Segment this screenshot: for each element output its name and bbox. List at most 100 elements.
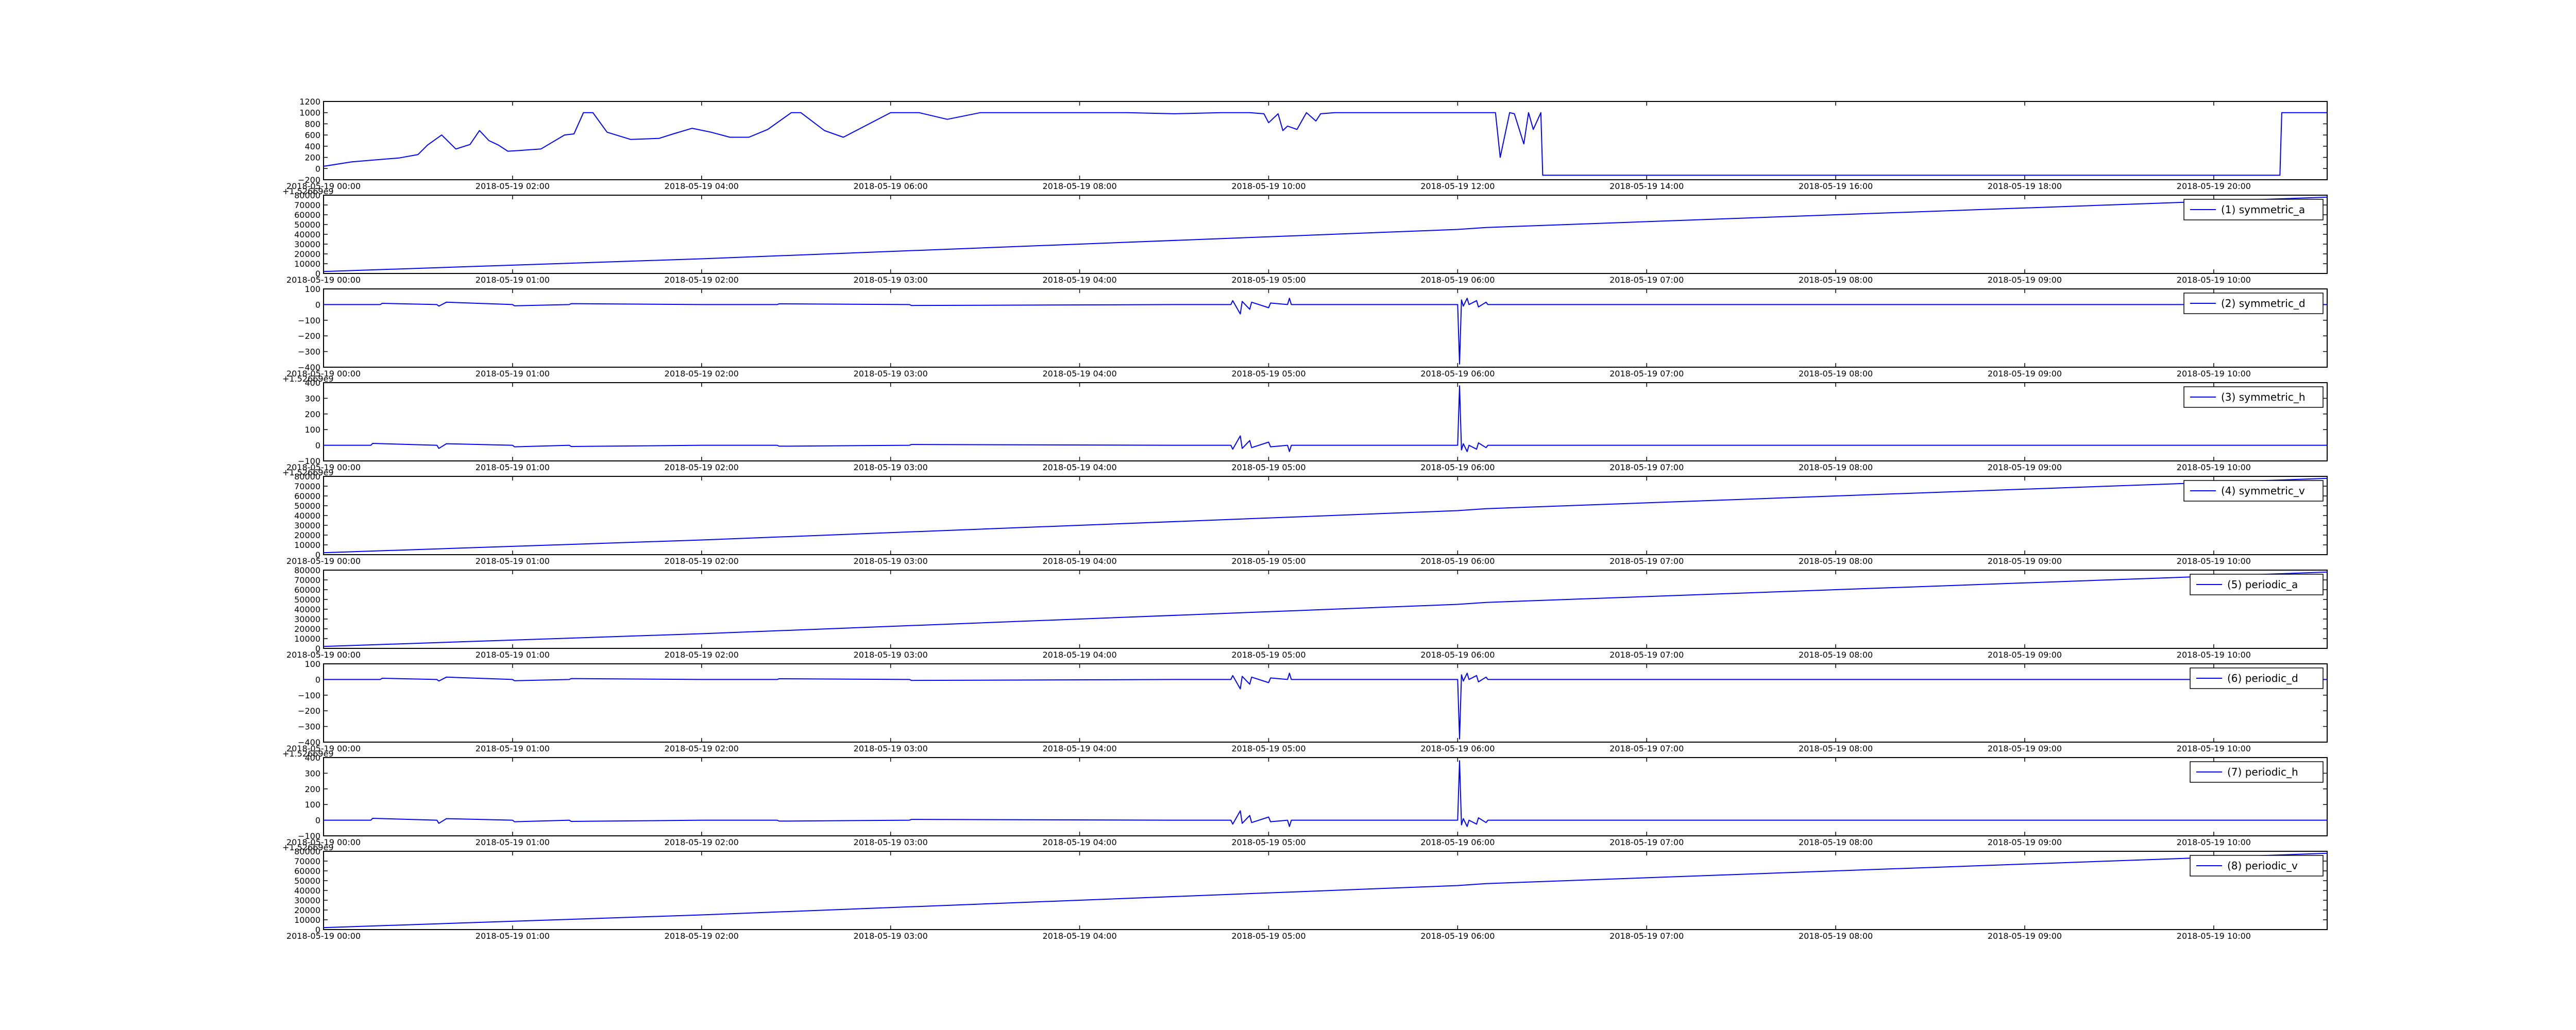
y-tick-label: 60000 bbox=[294, 585, 320, 595]
x-tick-label: 2018-05-19 04:00 bbox=[1042, 837, 1116, 847]
y-tick-label: 300 bbox=[304, 768, 320, 778]
x-tick-label: 2018-05-19 02:00 bbox=[476, 181, 550, 191]
x-tick-label: 2018-05-19 05:00 bbox=[1231, 462, 1306, 472]
x-tick-label: 2018-05-19 01:00 bbox=[476, 556, 550, 566]
x-tick-label: 2018-05-19 02:00 bbox=[665, 369, 739, 379]
x-tick-label: 2018-05-19 00:00 bbox=[286, 275, 361, 285]
x-tick-label: 2018-05-19 10:00 bbox=[1231, 181, 1306, 191]
y-tick-label: 100 bbox=[304, 284, 320, 294]
x-tick-label: 2018-05-19 01:00 bbox=[476, 744, 550, 753]
x-tick-label: 2018-05-19 08:00 bbox=[1799, 369, 1873, 379]
x-tick-label: 2018-05-19 06:00 bbox=[1420, 275, 1495, 285]
x-tick-label: 2018-05-19 00:00 bbox=[286, 556, 361, 566]
x-tick-label: 2018-05-19 05:00 bbox=[1231, 275, 1306, 285]
figure-background bbox=[0, 0, 2576, 1030]
x-tick-label: 2018-05-19 18:00 bbox=[1988, 181, 2062, 191]
y-tick-label: −100 bbox=[298, 691, 320, 700]
y-tick-label: 200 bbox=[304, 409, 320, 419]
x-tick-label: 2018-05-19 10:00 bbox=[2177, 369, 2251, 379]
y-offset-label: +1.52669e9 bbox=[282, 468, 334, 477]
y-tick-label: −300 bbox=[298, 722, 320, 732]
x-tick-label: 2018-05-19 09:00 bbox=[1988, 744, 2062, 753]
x-tick-label: 2018-05-19 09:00 bbox=[1988, 369, 2062, 379]
y-tick-label: 0 bbox=[315, 816, 320, 826]
x-tick-label: 2018-05-19 10:00 bbox=[2177, 650, 2251, 660]
y-offset-label: +1.52669e9 bbox=[282, 843, 334, 852]
y-tick-label: 10000 bbox=[294, 540, 320, 550]
x-tick-label: 2018-05-19 02:00 bbox=[665, 744, 739, 753]
x-tick-label: 2018-05-19 05:00 bbox=[1231, 369, 1306, 379]
x-tick-label: 2018-05-19 09:00 bbox=[1988, 556, 2062, 566]
y-tick-label: 400 bbox=[304, 142, 320, 151]
y-tick-label: 50000 bbox=[294, 220, 320, 230]
figure: 120010008006004002000−2002018-05-19 00:0… bbox=[0, 0, 2576, 1030]
legend: (1) symmetric_a bbox=[2183, 199, 2324, 220]
x-tick-label: 2018-05-19 10:00 bbox=[2177, 931, 2251, 941]
x-tick-label: 2018-05-19 03:00 bbox=[854, 931, 928, 941]
y-tick-label: 40000 bbox=[294, 511, 320, 521]
x-tick-label: 2018-05-19 05:00 bbox=[1231, 931, 1306, 941]
x-tick-label: 2018-05-19 02:00 bbox=[665, 275, 739, 285]
x-tick-label: 2018-05-19 02:00 bbox=[665, 556, 739, 566]
x-tick-label: 2018-05-19 07:00 bbox=[1609, 369, 1684, 379]
x-tick-label: 2018-05-19 08:00 bbox=[1042, 181, 1116, 191]
x-tick-label: 2018-05-19 03:00 bbox=[854, 556, 928, 566]
legend: (6) periodic_d bbox=[2190, 667, 2324, 689]
y-tick-label: 30000 bbox=[294, 614, 320, 624]
x-tick-label: 2018-05-19 10:00 bbox=[2177, 275, 2251, 285]
legend: (7) periodic_h bbox=[2190, 761, 2324, 783]
x-tick-label: 2018-05-19 07:00 bbox=[1609, 837, 1684, 847]
x-tick-label: 2018-05-19 06:00 bbox=[1420, 650, 1495, 660]
x-tick-label: 2018-05-19 08:00 bbox=[1799, 556, 1873, 566]
y-tick-label: 70000 bbox=[294, 575, 320, 585]
y-offset-label: +1.52669e9 bbox=[282, 374, 334, 384]
x-tick-label: 2018-05-19 04:00 bbox=[665, 181, 739, 191]
y-tick-label: 30000 bbox=[294, 521, 320, 530]
x-tick-label: 2018-05-19 08:00 bbox=[1799, 275, 1873, 285]
x-tick-label: 2018-05-19 07:00 bbox=[1609, 556, 1684, 566]
x-tick-label: 2018-05-19 03:00 bbox=[854, 462, 928, 472]
x-tick-label: 2018-05-19 04:00 bbox=[1042, 650, 1116, 660]
x-tick-label: 2018-05-19 09:00 bbox=[1988, 462, 2062, 472]
y-tick-label: 40000 bbox=[294, 230, 320, 239]
x-tick-label: 2018-05-19 10:00 bbox=[2177, 744, 2251, 753]
legend-label: (7) periodic_h bbox=[2227, 766, 2298, 778]
x-tick-label: 2018-05-19 07:00 bbox=[1609, 744, 1684, 753]
x-tick-label: 2018-05-19 09:00 bbox=[1988, 931, 2062, 941]
x-tick-label: 2018-05-19 07:00 bbox=[1609, 462, 1684, 472]
x-tick-label: 2018-05-19 03:00 bbox=[854, 837, 928, 847]
x-tick-label: 2018-05-19 01:00 bbox=[476, 275, 550, 285]
x-tick-label: 2018-05-19 12:00 bbox=[1420, 181, 1495, 191]
legend-label: (2) symmetric_d bbox=[2221, 297, 2306, 310]
x-tick-label: 2018-05-19 06:00 bbox=[854, 181, 928, 191]
x-tick-label: 2018-05-19 01:00 bbox=[476, 650, 550, 660]
y-tick-label: 100 bbox=[304, 659, 320, 669]
y-tick-label: 1000 bbox=[299, 108, 320, 118]
y-tick-label: 0 bbox=[315, 164, 320, 174]
y-offset-label: +1.52669e9 bbox=[282, 749, 334, 759]
legend-label: (6) periodic_d bbox=[2227, 672, 2298, 684]
x-tick-label: 2018-05-19 04:00 bbox=[1042, 462, 1116, 472]
x-tick-label: 2018-05-19 16:00 bbox=[1799, 181, 1873, 191]
legend-label: (4) symmetric_v bbox=[2221, 485, 2305, 497]
x-tick-label: 2018-05-19 09:00 bbox=[1988, 837, 2062, 847]
x-tick-label: 2018-05-19 06:00 bbox=[1420, 744, 1495, 753]
x-tick-label: 2018-05-19 04:00 bbox=[1042, 931, 1116, 941]
y-tick-label: 600 bbox=[304, 130, 320, 140]
x-tick-label: 2018-05-19 06:00 bbox=[1420, 837, 1495, 847]
x-tick-label: 2018-05-19 05:00 bbox=[1231, 556, 1306, 566]
y-tick-label: 30000 bbox=[294, 896, 320, 905]
x-tick-label: 2018-05-19 06:00 bbox=[1420, 556, 1495, 566]
y-tick-label: 0 bbox=[315, 675, 320, 684]
x-tick-label: 2018-05-19 08:00 bbox=[1799, 744, 1873, 753]
x-tick-label: 2018-05-19 07:00 bbox=[1609, 650, 1684, 660]
x-tick-label: 2018-05-19 07:00 bbox=[1609, 275, 1684, 285]
x-tick-label: 2018-05-19 01:00 bbox=[476, 369, 550, 379]
y-tick-label: 10000 bbox=[294, 634, 320, 644]
x-tick-label: 2018-05-19 02:00 bbox=[665, 837, 739, 847]
y-tick-label: 70000 bbox=[294, 856, 320, 866]
x-tick-label: 2018-05-19 10:00 bbox=[2177, 462, 2251, 472]
x-tick-label: 2018-05-19 08:00 bbox=[1799, 837, 1873, 847]
legend: (5) periodic_a bbox=[2190, 574, 2324, 595]
y-tick-label: 10000 bbox=[294, 259, 320, 269]
